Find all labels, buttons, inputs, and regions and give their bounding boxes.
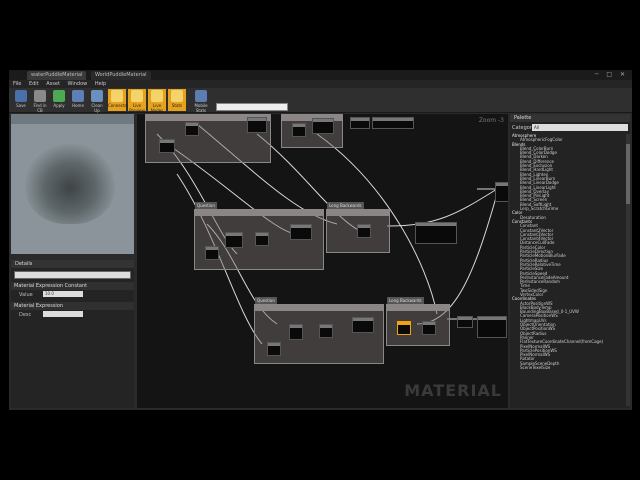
graph-node[interactable] [205,246,219,260]
live-nodes-button[interactable]: Live Nodes [148,89,166,113]
category-select[interactable]: All [532,124,628,131]
home-icon [72,90,84,102]
menu-edit[interactable]: Edit [29,81,39,87]
selected-constant-node[interactable] [397,321,411,335]
graph-node[interactable] [159,139,175,153]
graph-node[interactable] [312,118,334,134]
details-row-label: Desc [19,312,32,318]
close-icon[interactable]: ✕ [620,71,628,78]
comment-label: Long Backwards [327,202,364,209]
menu-asset[interactable]: Asset [46,81,60,87]
home-button[interactable]: Home [69,89,87,111]
save-button[interactable]: Save [12,89,30,111]
graph-node[interactable] [372,117,414,129]
mobile-stats-button[interactable]: Mobile Stats [189,89,213,113]
clean-up-button[interactable]: Clean Up [88,89,106,113]
menu-help[interactable]: Help [95,81,106,87]
graph-node[interactable] [350,117,370,129]
title-bar: waterPuddleMaterial WorldPuddleMaterial … [9,70,632,80]
details-row-value: Value 10.0 [11,290,134,300]
desc-field[interactable] [43,311,83,317]
find-in-cb-icon [34,90,46,102]
graph-node[interactable] [247,117,267,133]
mobile-stats-icon [195,90,207,102]
minimize-icon[interactable]: ─ [595,71,602,78]
palette-list: Atmosphere AtmosphericFogColor Blends Blend… [512,133,626,370]
window-controls: ─ □ ✕ [595,71,628,78]
comment-label: Question [255,297,277,304]
palette-scrollbar[interactable] [626,134,630,406]
stats-icon [171,90,183,102]
live-preview-button[interactable]: Live Preview [128,89,146,113]
tab-document-2[interactable]: WorldPuddleMaterial [91,71,151,80]
graph-node[interactable] [290,224,312,240]
comment-label: Question [195,202,217,209]
material-watermark: MATERIAL [404,381,502,400]
viewport-toolbar [11,114,134,124]
value-field[interactable]: 10.0 [43,291,83,297]
live-nodes-icon [151,90,163,102]
connectors-button[interactable]: Connectors [108,89,131,111]
palette-item[interactable]: SceneTexelSize [512,365,626,370]
graph-node[interactable] [352,317,374,333]
details-section-expression[interactable]: Material Expression [11,302,134,310]
apply-icon [53,90,65,102]
clean-up-icon [91,90,103,102]
graph-node[interactable] [415,222,457,244]
details-search-input[interactable] [14,271,131,279]
graph-node[interactable] [319,324,333,338]
apply-button[interactable]: Apply [50,89,68,111]
graph-node[interactable] [289,324,303,340]
material-graph[interactable]: Here your shader with cubic lighting, UV… [137,114,508,408]
toolbar: Save Find in CB Apply Home Clean Up Conn… [9,88,632,113]
live-preview-icon [131,90,143,102]
menu-bar: File Edit Asset Window Help [9,80,632,88]
details-section-constant[interactable]: Material Expression Constant [11,282,134,290]
preview-mesh [25,144,115,224]
menu-file[interactable]: File [13,81,21,87]
graph-node[interactable] [495,182,508,202]
graph-node[interactable] [357,224,371,238]
zoom-label: Zoom -3 [478,117,504,124]
comment-label: Long Backwards [387,297,424,304]
palette-panel: Palette Category All Atmosphere Atmospher… [510,114,630,408]
graph-node[interactable] [255,232,269,246]
preview-viewport[interactable] [11,114,134,254]
material-editor-window: waterPuddleMaterial WorldPuddleMaterial … [9,70,632,410]
maximize-icon[interactable]: □ [606,71,615,78]
graph-node[interactable] [185,122,199,136]
graph-node[interactable] [422,321,436,335]
palette-title: Palette [510,114,630,122]
comment-box-6[interactable]: Long Backwards [386,297,450,346]
graph-node[interactable] [225,232,243,248]
tab-document-1[interactable]: waterPuddleMaterial [27,71,87,80]
graph-node[interactable] [457,316,473,328]
toolbar-search-input[interactable] [216,103,288,111]
save-icon [15,90,27,102]
graph-node[interactable] [292,123,306,137]
details-title: Details [11,260,134,268]
graph-node[interactable] [477,316,507,338]
find-in-cb-button[interactable]: Find in CB [31,89,49,113]
graph-node[interactable] [267,342,281,356]
menu-window[interactable]: Window [68,81,88,87]
details-row-label: Value [19,292,33,298]
connectors-icon [111,90,123,102]
details-panel: Details Material Expression Constant Val… [11,260,134,408]
details-row-desc: Desc [11,310,134,320]
stats-button[interactable]: Stats [168,89,186,111]
